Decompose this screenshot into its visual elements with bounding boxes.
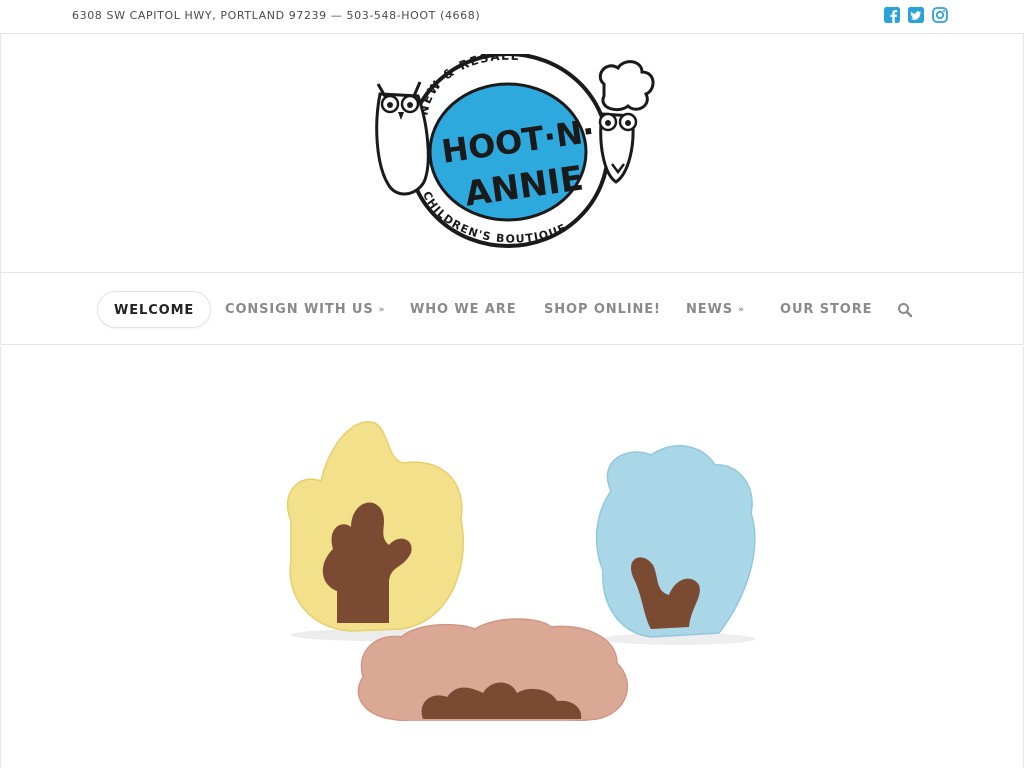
yellow-tree-toy — [286, 421, 464, 632]
blue-tree-toy — [595, 445, 756, 638]
search-icon[interactable] — [897, 302, 913, 318]
nav-welcome[interactable]: WELCOME — [97, 291, 212, 328]
nav-shop-online[interactable]: SHOP ONLINE! — [544, 291, 661, 328]
chevron-down-icon: » — [378, 305, 386, 315]
nav-our-store[interactable]: OUR STORE — [780, 291, 872, 328]
nav-shop-label: SHOP ONLINE! — [544, 302, 661, 317]
facebook-icon[interactable] — [884, 7, 900, 23]
nav-consign-with-us[interactable]: CONSIGN WITH US » — [225, 291, 385, 328]
nav-who-we-are[interactable]: WHO WE ARE — [410, 291, 517, 328]
hoot-n-annie-logo[interactable]: NEW & RESALE CHILDREN'S BOUTIQUE HOOT·N·… — [366, 49, 662, 254]
owl-mascot — [375, 81, 430, 196]
chevron-down-icon: » — [738, 305, 745, 315]
hero-image-wooden-tree-toys — [286, 421, 756, 721]
nav-news[interactable]: NEWS » — [686, 291, 745, 328]
store-address: 6308 SW CAPITOL HWY, PORTLAND 97239 — 50… — [72, 9, 481, 22]
nav-store-label: OUR STORE — [780, 302, 873, 317]
hero-section — [0, 346, 1024, 768]
lamb-mascot — [598, 60, 655, 184]
twitter-icon[interactable] — [908, 7, 924, 23]
brand-header: NEW & RESALE CHILDREN'S BOUTIQUE HOOT·N·… — [0, 34, 1024, 273]
social-links — [884, 7, 948, 23]
nav-who-label: WHO WE ARE — [410, 302, 517, 317]
nav-consign-label: CONSIGN WITH US — [225, 302, 374, 317]
instagram-icon[interactable] — [932, 7, 948, 23]
top-bar: 6308 SW CAPITOL HWY, PORTLAND 97239 — 50… — [0, 0, 1024, 34]
nav-news-label: NEWS — [686, 302, 734, 317]
main-nav: WELCOME CONSIGN WITH US » WHO WE ARE SHOP… — [0, 273, 1024, 345]
nav-welcome-label: WELCOME — [114, 303, 195, 318]
